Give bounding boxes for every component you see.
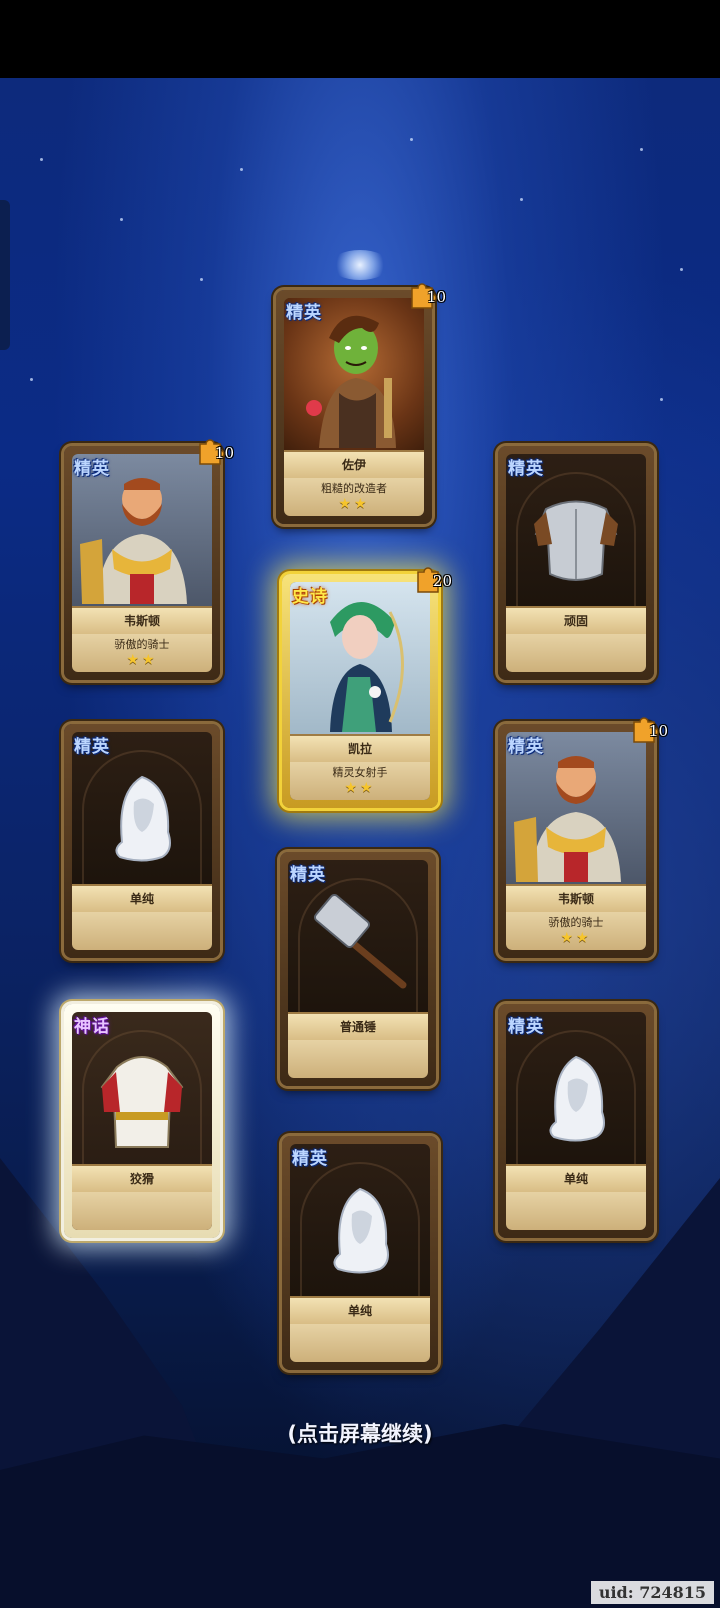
reward-card-equipment[interactable]: 精英 顽固 [498, 446, 654, 680]
card-description: 精灵女射手 [332, 766, 388, 779]
card-name: 狡猾 [72, 1164, 212, 1194]
reward-card-equipment[interactable]: 精英 单纯 [64, 724, 220, 958]
card-name: 单纯 [290, 1296, 430, 1326]
rarity-label: 精英 [508, 1017, 544, 1037]
light-glow [330, 250, 390, 280]
uid-label: uid: 724815 [590, 1581, 714, 1604]
card-description: 粗糙的改造者 [321, 482, 387, 495]
tap-to-continue-text[interactable]: (点击屏幕继续) [0, 1418, 720, 1448]
rarity-label: 精英 [508, 737, 544, 757]
fragment-badge: 10 [630, 714, 668, 744]
card-name: 韦斯顿 [506, 884, 646, 914]
fragment-badge: 10 [408, 280, 446, 310]
rarity-label: 精英 [292, 1149, 328, 1169]
reward-card-hero-epic[interactable]: 史诗 20 凯拉 精灵女射手 ★★ [282, 567, 452, 808]
card-name: 佐伊 [284, 450, 424, 480]
status-bar [0, 0, 720, 78]
fragment-count: 10 [214, 444, 234, 462]
rarity-label: 神话 [74, 1017, 110, 1037]
card-name: 顽固 [506, 606, 646, 636]
card-name: 单纯 [506, 1164, 646, 1194]
reward-card-equipment-myth[interactable]: 神话 狡猾 [64, 1004, 220, 1238]
fragment-badge: 10 [196, 436, 234, 466]
reward-card-equipment[interactable]: 精英 普通锤 [280, 852, 436, 1086]
fragment-count: 10 [648, 722, 668, 740]
star-rating: ★★ [126, 652, 158, 668]
star-rating: ★★ [560, 930, 592, 946]
card-name: 韦斯顿 [72, 606, 212, 636]
reward-screen[interactable]: 精英 10 佐伊 粗糙的改造者 ★★ 精英 10 韦斯顿 骄傲的骑士 ★★ 精英… [0, 0, 720, 1608]
card-description: 骄傲的骑士 [548, 916, 604, 929]
star-rating: ★★ [338, 496, 370, 512]
rarity-label: 史诗 [292, 587, 328, 607]
card-name: 凯拉 [290, 734, 430, 764]
reward-card-hero[interactable]: 精英 10 佐伊 粗糙的改造者 ★★ [276, 283, 446, 524]
reward-card-equipment[interactable]: 精英 单纯 [282, 1136, 438, 1370]
star-rating: ★★ [344, 780, 376, 796]
rarity-label: 精英 [286, 303, 322, 323]
rarity-label: 精英 [508, 459, 544, 479]
reward-card-hero[interactable]: 精英 10 韦斯顿 骄傲的骑士 ★★ [64, 439, 234, 680]
rarity-label: 精英 [74, 459, 110, 479]
fragment-count: 10 [426, 288, 446, 306]
reward-card-hero[interactable]: 精英 10 韦斯顿 骄傲的骑士 ★★ [498, 717, 668, 958]
side-drawer-handle[interactable] [0, 200, 10, 350]
card-name: 单纯 [72, 884, 212, 914]
card-name: 普通锤 [288, 1012, 428, 1042]
card-description: 骄傲的骑士 [114, 638, 170, 651]
rarity-label: 精英 [290, 865, 326, 885]
reward-card-equipment[interactable]: 精英 单纯 [498, 1004, 654, 1238]
fragment-badge: 20 [414, 564, 452, 594]
fragment-count: 20 [432, 572, 452, 590]
rarity-label: 精英 [74, 737, 110, 757]
